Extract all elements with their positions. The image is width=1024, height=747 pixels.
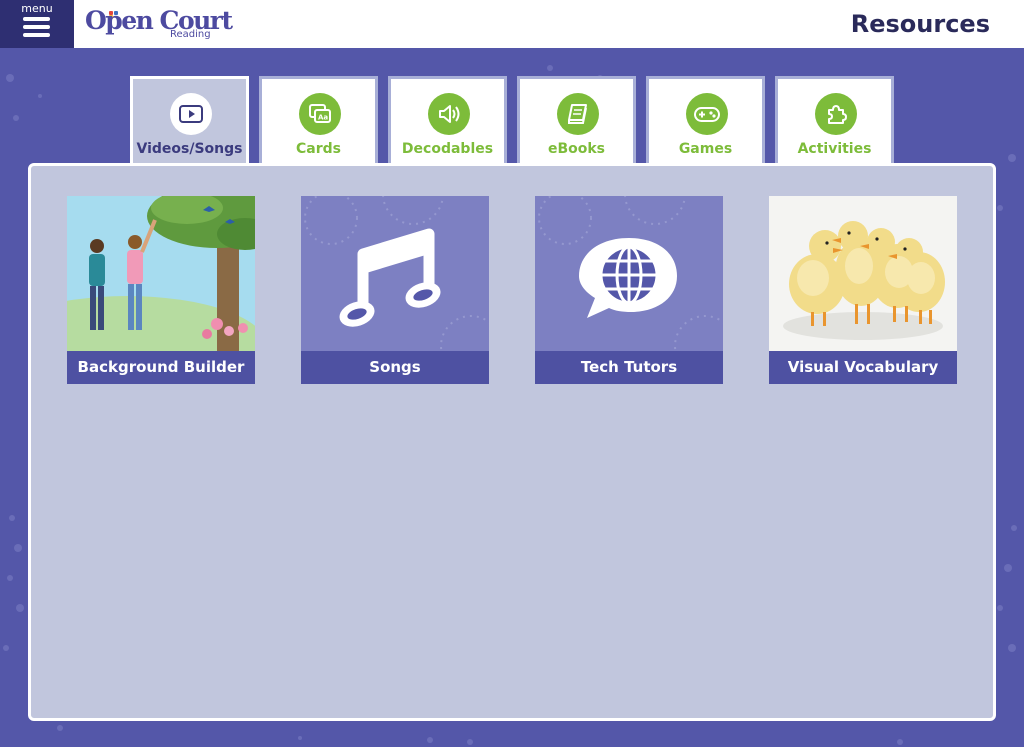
- open-court-reading-logo: Open Court Reading: [85, 6, 233, 44]
- card-tech-tutors[interactable]: Tech Tutors: [535, 196, 723, 384]
- book-icon: [557, 93, 599, 135]
- tab-games[interactable]: Games: [646, 76, 765, 166]
- tab-label: Decodables: [401, 141, 494, 157]
- children-under-tree-image: [67, 196, 255, 351]
- menu-button[interactable]: menu: [0, 0, 74, 48]
- globe-speech-bubble-icon: [535, 196, 723, 351]
- tab-activities[interactable]: Activities: [775, 76, 894, 166]
- card-label: Songs: [301, 351, 489, 384]
- card-label: Visual Vocabulary: [769, 351, 957, 384]
- card-label: Background Builder: [67, 351, 255, 384]
- tab-label: Games: [678, 141, 733, 157]
- tab-label: eBooks: [547, 141, 606, 157]
- ducklings-image: [769, 196, 957, 351]
- tab-ebooks[interactable]: eBooks: [517, 76, 636, 166]
- speaker-icon: [428, 93, 470, 135]
- tab-label: Cards: [296, 141, 341, 157]
- page-title: Resources: [850, 10, 990, 38]
- tab-videos-songs[interactable]: Videos/Songs: [130, 76, 249, 168]
- video-play-icon: [170, 93, 212, 135]
- tab-label: Videos/Songs: [136, 141, 243, 157]
- card-background-builder[interactable]: Background Builder: [67, 196, 255, 384]
- menu-label: menu: [21, 2, 53, 15]
- card-songs[interactable]: Songs: [301, 196, 489, 384]
- logo-subtext: Reading: [170, 29, 211, 40]
- resources-panel: Background Builder Songs Tech Tutors Vis…: [28, 163, 996, 721]
- cards-icon: Aa: [299, 93, 341, 135]
- hamburger-icon: [23, 17, 50, 41]
- gamepad-icon: [686, 93, 728, 135]
- tab-decodables[interactable]: Decodables: [388, 76, 507, 166]
- card-visual-vocabulary[interactable]: Visual Vocabulary: [769, 196, 957, 384]
- tab-cards[interactable]: Aa Cards: [259, 76, 378, 166]
- music-note-icon: [301, 196, 489, 351]
- card-label: Tech Tutors: [535, 351, 723, 384]
- tab-label: Activities: [797, 141, 872, 157]
- puzzle-icon: [815, 93, 857, 135]
- top-bar: menu Open Court Reading Resources: [0, 0, 1024, 48]
- svg-text:Aa: Aa: [318, 114, 328, 122]
